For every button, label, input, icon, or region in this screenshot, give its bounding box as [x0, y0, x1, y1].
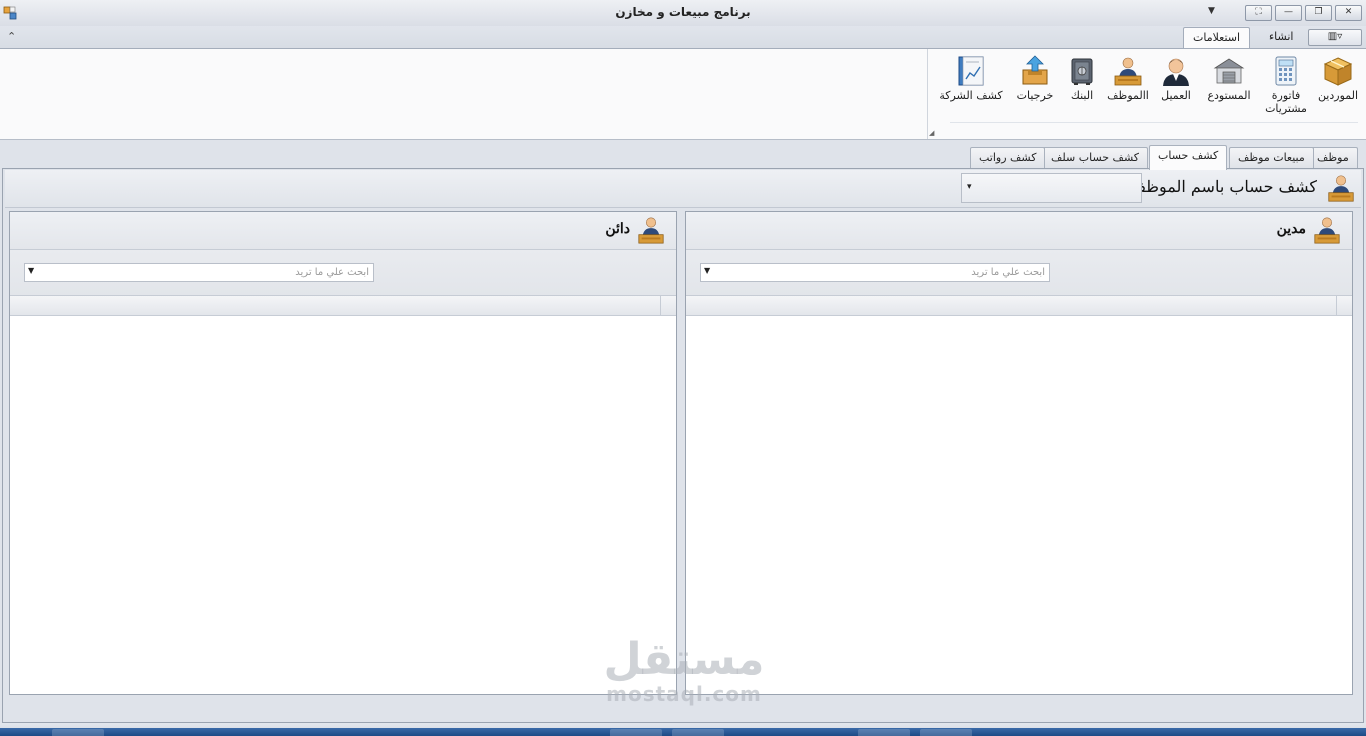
credit-panel-header: دائن — [10, 212, 676, 250]
warehouse-icon — [1213, 58, 1245, 84]
credit-grid[interactable] — [10, 316, 676, 694]
suppliers-button[interactable]: الموردين — [1316, 54, 1360, 102]
minimize-button[interactable]: — — [1275, 5, 1302, 21]
bank-button[interactable]: البنك — [1066, 54, 1098, 102]
box-icon — [1323, 57, 1353, 86]
restore-button[interactable]: ❐ — [1305, 5, 1332, 21]
quick-access-dropdown-icon[interactable]: ▼ — [1208, 6, 1215, 16]
ribbon-panel: ◢ الموردين فاتورة مشتريات المستودع العمي… — [0, 48, 1366, 140]
grid-column-separator — [1336, 296, 1337, 316]
collapse-ribbon-icon[interactable]: ⌃ — [7, 30, 16, 43]
employee-icon — [1328, 175, 1354, 202]
customer-icon — [1163, 58, 1189, 86]
chevron-down-icon[interactable]: ▾ — [967, 182, 972, 192]
os-taskbar — [0, 728, 1366, 736]
debit-panel-title: مدين — [1276, 221, 1306, 237]
taskbar-item[interactable] — [52, 729, 104, 736]
group-launcher-icon[interactable]: ◢ — [929, 129, 934, 137]
customer-label: العميل — [1161, 89, 1191, 102]
main-tab-control: موظف مبيعات موظف كشف حساب كشف حساب سلف ك… — [2, 143, 1364, 723]
ribbon-group-divider — [950, 122, 1358, 123]
ribbon-separator — [927, 49, 928, 139]
credit-search-combo[interactable]: ▼ — [24, 263, 374, 282]
outgoings-label: خرجيات — [1016, 89, 1054, 102]
debit-search-bar: ▼ — [686, 250, 1352, 296]
debit-search-combo[interactable]: ▼ — [700, 263, 1050, 282]
chevron-down-icon[interactable]: ▼ — [28, 266, 34, 275]
debit-panel-header: مدين — [686, 212, 1352, 250]
taskbar-item[interactable] — [920, 729, 972, 736]
employee-label: االموظف — [1107, 89, 1149, 102]
credit-grid-header — [10, 296, 676, 316]
warehouse-label: المستودع — [1207, 89, 1251, 102]
credit-panel: دائن ▼ — [9, 211, 677, 695]
company-statement-button[interactable]: كشف الشركة — [936, 54, 1006, 102]
outgoings-button[interactable]: خرجيات — [1014, 54, 1056, 102]
purchase-invoice-button[interactable]: فاتورة مشتريات — [1263, 54, 1309, 115]
calculator-icon — [1275, 56, 1297, 86]
outbox-icon — [1022, 55, 1048, 85]
tab-salaries-statement[interactable]: كشف رواتب — [970, 147, 1046, 169]
customer-button[interactable]: العميل — [1157, 54, 1195, 102]
credit-panel-title: دائن — [605, 221, 630, 237]
employee-icon — [1314, 217, 1340, 244]
statement-header: كشف حساب باسم الموظف ▾ — [5, 170, 1361, 208]
debit-search-input[interactable] — [717, 264, 1047, 281]
debit-grid[interactable] — [686, 316, 1352, 694]
employee-icon — [638, 217, 664, 244]
tab-page-account-statement: كشف حساب باسم الموظف ▾ مدين ▼ ابحث علي م… — [2, 168, 1364, 723]
bank-label: البنك — [1070, 89, 1094, 102]
title-bar: برنامج مبيعات و مخازن ▼ ⛶ — ❐ ✕ — [0, 0, 1366, 26]
close-button[interactable]: ✕ — [1335, 5, 1362, 21]
purchase-invoice-label: فاتورة مشتريات — [1265, 89, 1307, 115]
ribbon-tab-queries[interactable]: استعلامات — [1183, 27, 1251, 50]
grid-column-separator — [660, 296, 661, 316]
debit-panel: مدين ▼ — [685, 211, 1353, 695]
fullscreen-button[interactable]: ⛶ — [1245, 5, 1272, 21]
company-statement-label: كشف الشركة — [939, 89, 1003, 102]
debit-grid-header — [686, 296, 1352, 316]
taskbar-item[interactable] — [858, 729, 910, 736]
safe-icon — [1071, 58, 1093, 85]
window-title: برنامج مبيعات و مخازن — [615, 5, 751, 19]
view-menu-button[interactable]: ▥▿ — [1308, 29, 1362, 46]
statement-title: كشف حساب باسم الموظف — [1129, 177, 1317, 196]
tab-account-statement[interactable]: كشف حساب — [1149, 145, 1228, 170]
credit-search-input[interactable] — [41, 264, 371, 281]
credit-search-bar: ▼ — [10, 250, 676, 296]
warehouse-button[interactable]: المستودع — [1204, 54, 1254, 102]
employee-select[interactable]: ▾ — [961, 173, 1142, 203]
ribbon-tab-strip: ⌃ انشاء استعلامات ▥▿ — [0, 26, 1366, 50]
employee-icon — [1114, 57, 1142, 86]
tab-employee-sales[interactable]: مبيعات موظف — [1229, 147, 1314, 169]
suppliers-label: الموردين — [1317, 89, 1359, 102]
chevron-down-icon[interactable]: ▼ — [704, 266, 710, 275]
taskbar-item[interactable] — [672, 729, 724, 736]
tab-employee[interactable]: موظف — [1308, 147, 1358, 169]
ribbon-tab-create[interactable]: انشاء — [1260, 27, 1302, 49]
report-icon — [958, 56, 984, 86]
taskbar-item[interactable] — [610, 729, 662, 736]
employee-button[interactable]: االموظف — [1107, 54, 1149, 102]
tab-advances-statement[interactable]: كشف حساب سلف — [1042, 147, 1148, 169]
